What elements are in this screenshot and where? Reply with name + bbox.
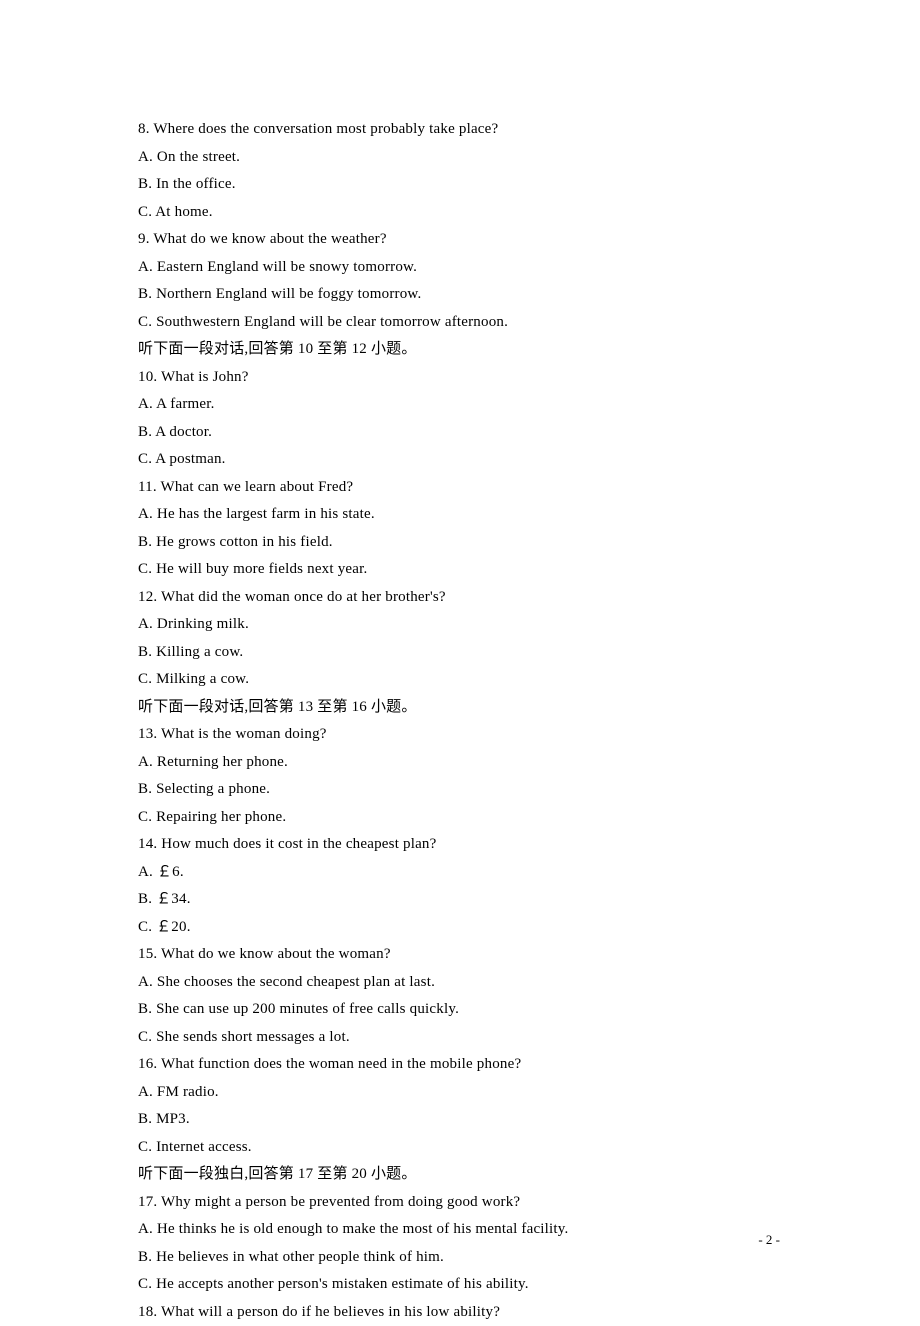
question-14-stem: 14. How much does it cost in the cheapes… xyxy=(138,831,780,859)
question-15-option-a: A. She chooses the second cheapest plan … xyxy=(138,969,780,997)
question-18-stem: 18. What will a person do if he believes… xyxy=(138,1299,780,1326)
question-17-option-b: B. He believes in what other people thin… xyxy=(138,1244,780,1272)
question-10-option-a: A. A farmer. xyxy=(138,391,780,419)
question-16-stem: 16. What function does the woman need in… xyxy=(138,1051,780,1079)
question-12-option-a: A. Drinking milk. xyxy=(138,611,780,639)
question-14-option-a: A. ￡6. xyxy=(138,859,780,887)
question-12-option-b: B. Killing a cow. xyxy=(138,639,780,667)
question-14-option-b: B. ￡34. xyxy=(138,886,780,914)
question-11-option-a: A. He has the largest farm in his state. xyxy=(138,501,780,529)
document-body: 8. Where does the conversation most prob… xyxy=(138,116,780,1326)
question-15-stem: 15. What do we know about the woman? xyxy=(138,941,780,969)
question-17-stem: 17. Why might a person be prevented from… xyxy=(138,1189,780,1217)
question-12-option-c: C. Milking a cow. xyxy=(138,666,780,694)
question-9-option-c: C. Southwestern England will be clear to… xyxy=(138,309,780,337)
question-15-option-c: C. She sends short messages a lot. xyxy=(138,1024,780,1052)
section-instruction-17-20: 听下面一段独白,回答第 17 至第 20 小题。 xyxy=(138,1161,780,1189)
question-8-option-a: A. On the street. xyxy=(138,144,780,172)
section-instruction-10-12: 听下面一段对话,回答第 10 至第 12 小题。 xyxy=(138,336,780,364)
question-17-option-c: C. He accepts another person's mistaken … xyxy=(138,1271,780,1299)
question-8-option-c: C. At home. xyxy=(138,199,780,227)
question-8-stem: 8. Where does the conversation most prob… xyxy=(138,116,780,144)
question-9-option-b: B. Northern England will be foggy tomorr… xyxy=(138,281,780,309)
question-16-option-a: A. FM radio. xyxy=(138,1079,780,1107)
question-11-option-c: C. He will buy more fields next year. xyxy=(138,556,780,584)
question-16-option-b: B. MP3. xyxy=(138,1106,780,1134)
question-8-option-b: B. In the office. xyxy=(138,171,780,199)
section-instruction-13-16: 听下面一段对话,回答第 13 至第 16 小题。 xyxy=(138,694,780,722)
question-13-option-c: C. Repairing her phone. xyxy=(138,804,780,832)
question-10-option-b: B. A doctor. xyxy=(138,419,780,447)
question-15-option-b: B. She can use up 200 minutes of free ca… xyxy=(138,996,780,1024)
question-13-option-b: B. Selecting a phone. xyxy=(138,776,780,804)
question-10-option-c: C. A postman. xyxy=(138,446,780,474)
question-10-stem: 10. What is John? xyxy=(138,364,780,392)
question-11-stem: 11. What can we learn about Fred? xyxy=(138,474,780,502)
question-9-stem: 9. What do we know about the weather? xyxy=(138,226,780,254)
question-16-option-c: C. Internet access. xyxy=(138,1134,780,1162)
question-9-option-a: A. Eastern England will be snowy tomorro… xyxy=(138,254,780,282)
page-number: - 2 - xyxy=(758,1232,780,1248)
question-13-stem: 13. What is the woman doing? xyxy=(138,721,780,749)
question-14-option-c: C. ￡20. xyxy=(138,914,780,942)
question-11-option-b: B. He grows cotton in his field. xyxy=(138,529,780,557)
question-13-option-a: A. Returning her phone. xyxy=(138,749,780,777)
question-12-stem: 12. What did the woman once do at her br… xyxy=(138,584,780,612)
question-17-option-a: A. He thinks he is old enough to make th… xyxy=(138,1216,780,1244)
